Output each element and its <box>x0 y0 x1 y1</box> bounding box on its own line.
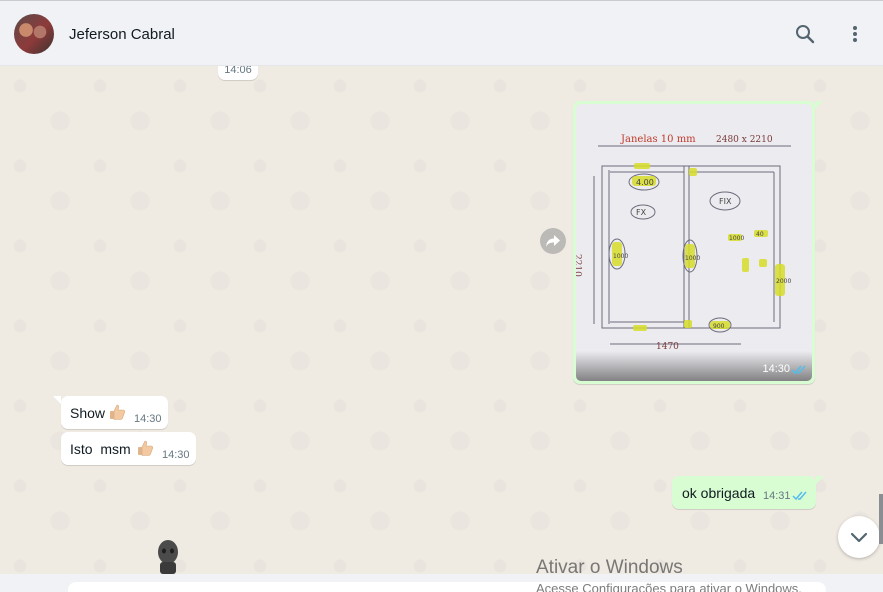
chevron-down-icon <box>850 532 868 543</box>
menu-button[interactable] <box>843 22 867 46</box>
sketch-label: 40 <box>756 231 764 238</box>
sticker-figure <box>158 540 178 574</box>
chat-header: Jeferson Cabral <box>0 0 883 66</box>
thumbs-up-emoji <box>110 404 125 420</box>
image-attachment[interactable]: Janelas 10 mm 2480 x 2210 1470 2210 4.00… <box>576 104 812 381</box>
compose-bar <box>0 574 883 592</box>
kebab-menu-icon <box>853 26 857 42</box>
double-check-icon <box>792 491 807 501</box>
message-list[interactable]: 14:06 Janelas 10 mm 2480 x 2210 1470 221… <box>0 66 883 574</box>
sketch-label: 1000 <box>613 253 628 260</box>
forward-icon <box>546 235 560 247</box>
thumbs-up-emoji <box>138 440 153 456</box>
sketch-side-dim: 2210 <box>576 254 582 277</box>
sketch-label: FIX <box>719 197 732 206</box>
search-icon <box>796 25 815 44</box>
chat-scrollbar[interactable] <box>879 66 883 574</box>
message-input[interactable] <box>68 582 826 592</box>
window-sketch-image: Janelas 10 mm 2480 x 2210 1470 2210 4.00… <box>576 104 812 381</box>
message-time: 14:30 <box>162 449 190 461</box>
image-message[interactable]: Janelas 10 mm 2480 x 2210 1470 2210 4.00… <box>573 101 823 384</box>
contact-name[interactable]: Jeferson Cabral <box>69 26 175 43</box>
message-text: Show <box>70 405 106 421</box>
outgoing-message[interactable]: ok obrigada 14:31 <box>672 476 824 509</box>
message-text: ok obrigada <box>682 485 756 501</box>
sketch-top-dims: 2480 x 2210 <box>716 135 773 145</box>
message-time: 14:31 <box>763 490 791 502</box>
sketch-label: 900 <box>713 323 725 330</box>
double-check-icon <box>791 365 806 375</box>
sketch-label: 2000 <box>776 278 791 285</box>
contact-avatar[interactable] <box>14 14 54 54</box>
search-button[interactable] <box>793 22 817 46</box>
incoming-message[interactable]: Show 14:30 <box>53 396 168 429</box>
scroll-to-bottom-button[interactable] <box>838 516 880 558</box>
sketch-label: 1000 <box>685 255 700 262</box>
timestamp-chip: 14:06 <box>218 66 258 80</box>
sketch-title: Janelas 10 mm <box>620 134 696 145</box>
sketch-label: FX <box>636 208 647 217</box>
sketch-label: 4.00 <box>636 178 654 187</box>
incoming-message[interactable]: Isto msm 14:30 <box>61 432 196 465</box>
message-time: 14:30 <box>134 413 162 425</box>
message-text: Isto msm <box>70 441 131 457</box>
message-time: 14:30 <box>762 363 790 375</box>
forward-button[interactable] <box>540 228 566 254</box>
sketch-label: 1000 <box>729 235 744 242</box>
scrollbar-thumb[interactable] <box>879 494 883 544</box>
